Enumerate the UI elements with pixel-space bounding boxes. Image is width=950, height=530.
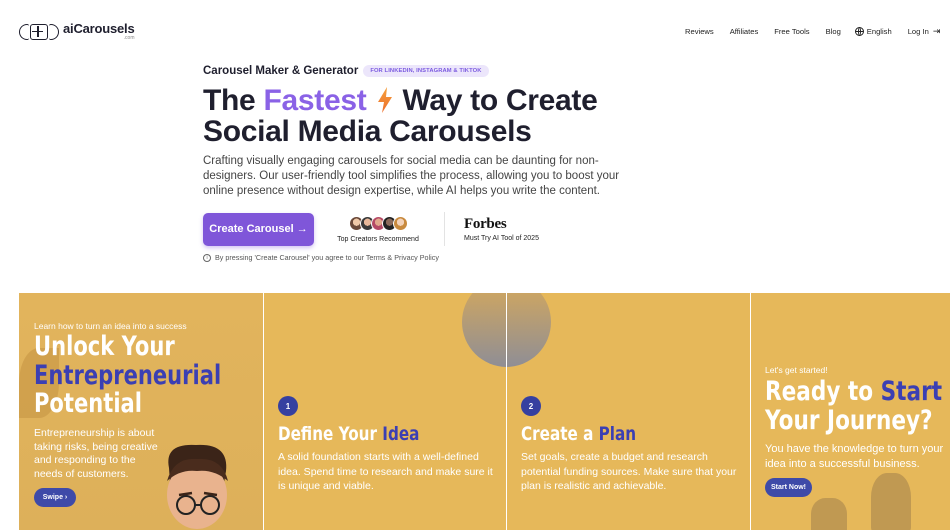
creator-avatars [348,215,408,231]
nav-blog-link[interactable]: Blog [826,27,841,36]
slide-1-title: Unlock Your Entrepreneurial Potential [34,331,222,419]
main-nav: Reviews Affiliates Free Tools Blog Engli… [685,27,940,36]
slide-1-title-line1: Unlock Your [34,331,175,362]
character-illustration [167,444,228,529]
circle-decoration [462,293,506,367]
cta-row: Create Carousel → Top Creators Recommend… [203,212,539,246]
step-number-badge: 2 [521,396,541,416]
step-number-badge: 1 [278,396,298,416]
slide-1-title-line3: Potential [34,388,142,419]
hero-title-part2: Way to Create [402,84,598,117]
swipe-button[interactable]: Swipe › [34,488,76,507]
language-selector[interactable]: English [854,27,892,36]
carousel-preview: Learn how to turn an idea into a success… [19,293,950,530]
slide-3-body: Set goals, create a budget and research … [521,451,737,492]
language-label: English [866,27,892,36]
slide-2: 1 Define Your Idea A solid foundation st… [264,293,506,530]
slide-2-body: A solid foundation starts with a well-de… [278,451,493,492]
logo-name: aiCarousels [63,21,135,36]
slide-1: Learn how to turn an idea into a success… [19,293,263,530]
slide-3-title-b: Plan [598,423,637,445]
nav-free-tools-link[interactable]: Free Tools [774,27,809,36]
logo-domain: .com [123,35,135,41]
lightning-icon [378,87,393,113]
slide-4-title-line2: Your Journey? [765,405,933,436]
divider [444,212,445,246]
hero-description: Crafting visually engaging carousels for… [203,155,620,197]
hero-title: The Fastest Way to Create Social Media Ca… [203,85,663,147]
start-now-button[interactable]: Start Now! [765,478,812,497]
slide-1-title-line2: Entrepreneurial [34,359,222,391]
nav-reviews-link[interactable]: Reviews [685,27,714,36]
globe-icon [854,27,864,36]
slide-3: 2 Create a Plan Set goals, create a budg… [507,293,750,530]
creators-proof: Top Creators Recommend [314,215,442,243]
hero-title-accent: Fastest [263,84,367,117]
slide-2-title-a: Define Your [278,423,383,445]
create-carousel-button[interactable]: Create Carousel → [203,212,314,246]
hero-eyebrow: Carousel Maker & Generator FOR LINKEDIN,… [203,62,663,80]
platforms-badge: FOR LINKEDIN, INSTAGRAM & TIKTOK [363,65,489,77]
slide-1-lead: Learn how to turn an idea into a success [34,321,187,331]
forbes-caption: Must Try AI Tool of 2025 [464,235,539,242]
login-link[interactable]: Log In ⇥ [907,26,941,37]
info-icon: i [203,253,211,262]
logo[interactable]: aiCarousels .com [19,22,135,41]
creators-caption: Top Creators Recommend [337,235,419,243]
hero-title-line2: Social Media Carousels [203,115,532,148]
slide-4-title-a: Ready to [765,376,881,407]
slide-3-title: Create a Plan [521,423,636,445]
terms-notice: i By pressing 'Create Carousel' you agre… [203,253,439,262]
nav-affiliates-link[interactable]: Affiliates [730,27,759,36]
slide-4-body: You have the knowledge to turn your idea… [765,443,944,470]
slide-4: Let's get started! Ready to Start Your J… [751,293,950,530]
slide-4-title-b: Start [880,376,943,407]
hero-section: Carousel Maker & Generator FOR LINKEDIN,… [203,62,663,199]
runner-decoration [811,498,847,530]
slide-3-title-a: Create a [521,423,599,445]
login-icon: ⇥ [932,26,941,36]
circle-decoration [507,293,551,367]
top-nav-bar: aiCarousels .com Reviews Affiliates Free… [0,0,950,64]
logo-icon [19,23,59,40]
hero-title-part1: The [203,84,264,117]
slide-2-title: Define Your Idea [278,423,419,445]
slide-4-title: Ready to Start Your Journey? [765,377,942,435]
forbes-logo: Forbes [464,216,507,232]
slide-4-lead: Let's get started! [765,365,828,375]
avatar [392,215,408,231]
terms-text[interactable]: By pressing 'Create Carousel' you agree … [215,253,439,262]
eyebrow-text: Carousel Maker & Generator [203,65,359,77]
slide-2-title-b: Idea [382,423,420,445]
runner-decoration [871,473,911,530]
login-label: Log In [907,27,929,36]
forbes-proof: Forbes Must Try AI Tool of 2025 [464,216,539,242]
